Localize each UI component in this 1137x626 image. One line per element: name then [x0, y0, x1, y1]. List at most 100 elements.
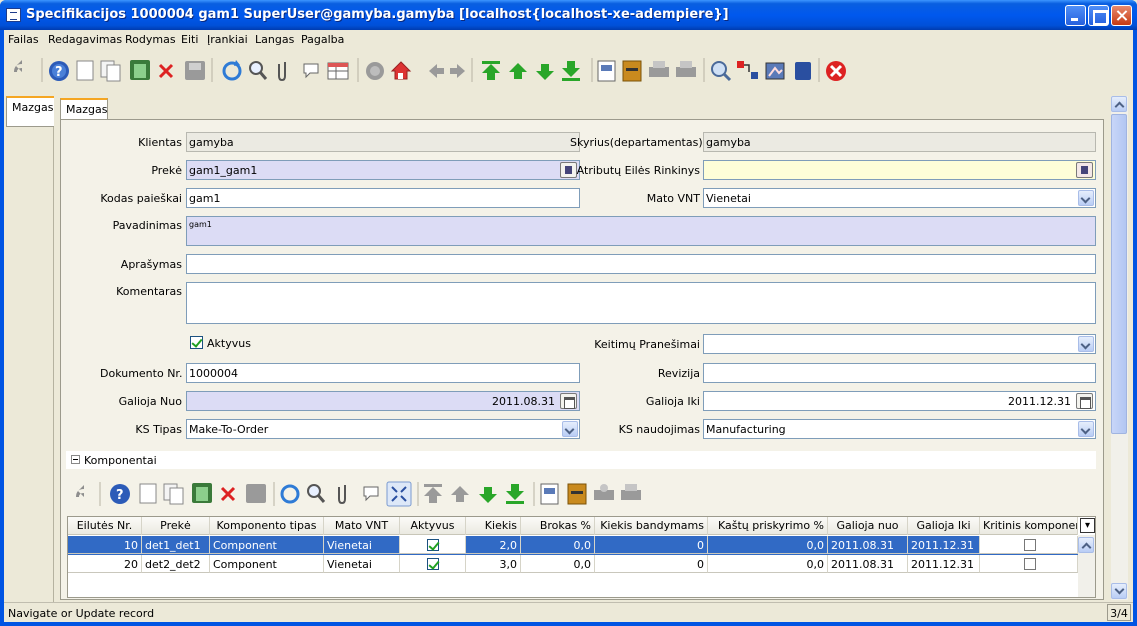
attribute-search-button[interactable]: [1076, 162, 1093, 178]
menu-help[interactable]: Pagalba: [301, 33, 344, 46]
cell-aktyvus[interactable]: [400, 555, 466, 573]
ks-tipas-select[interactable]: Make-To-Order: [186, 419, 580, 439]
keitimu-select[interactable]: [703, 334, 1096, 354]
maximize-button[interactable]: [1088, 5, 1109, 26]
cell-nr[interactable]: 20: [68, 555, 142, 573]
col-kritinis[interactable]: Kritinis komponen: [980, 517, 1078, 535]
copy-record-icon: [163, 483, 184, 505]
close-window-button[interactable]: [1111, 5, 1132, 26]
cell-brokas[interactable]: 0,0: [521, 555, 595, 573]
menu-tools[interactable]: Įrankiai: [207, 33, 248, 46]
last-record-icon: [562, 61, 580, 81]
status-message: Navigate or Update record: [8, 607, 155, 620]
col-galioja-iki[interactable]: Galioja Iki: [908, 517, 980, 535]
calendar-icon[interactable]: [1076, 393, 1093, 409]
chevron-up-icon[interactable]: [1078, 537, 1094, 553]
cell-preke[interactable]: det2_det2: [142, 555, 210, 573]
cell-tipas[interactable]: Component: [210, 555, 324, 573]
table-row[interactable]: 20 det2_det2 Component Vienetai 3,0 0,0 …: [68, 555, 1078, 574]
attachment-icon: [338, 485, 346, 505]
col-preke[interactable]: Prekė: [142, 517, 210, 535]
cell-tipas[interactable]: Component: [210, 536, 324, 554]
menu-edit[interactable]: Redagavimas: [48, 33, 122, 46]
revizija-field[interactable]: [703, 363, 1096, 383]
title-bar[interactable]: Specifikacijos 1000004 gam1 SuperUser@ga…: [0, 0, 1137, 30]
chevron-down-icon[interactable]: [1078, 190, 1094, 206]
komentaras-field[interactable]: [186, 282, 1096, 324]
col-galioja-nuo[interactable]: Galioja nuo: [828, 517, 908, 535]
cell-kritinis[interactable]: [980, 555, 1078, 573]
grid-scrollbar[interactable]: [1078, 535, 1095, 597]
cell-vnt[interactable]: Vienetai: [324, 555, 400, 573]
aktyvus-checkbox[interactable]: [190, 336, 203, 349]
col-kastu-priskyrimo[interactable]: Kaštų priskyrimo %: [708, 517, 828, 535]
cell-kastu[interactable]: 0,0: [708, 555, 828, 573]
menu-file[interactable]: Failas: [8, 33, 39, 46]
cell-nuo[interactable]: 2011.08.31: [828, 536, 908, 554]
menu-view[interactable]: Rodymas: [125, 33, 176, 46]
galioja-iki-value: 2011.12.31: [1008, 395, 1071, 408]
detail-toolbar: ?: [76, 481, 641, 507]
cell-aktyvus[interactable]: [400, 536, 466, 554]
chevron-down-icon[interactable]: [1111, 583, 1127, 599]
galioja-nuo-field[interactable]: 2011.08.31: [186, 391, 580, 411]
collapse-icon[interactable]: [71, 455, 80, 464]
komponentai-section-header[interactable]: Komponentai: [66, 451, 1096, 469]
dokumento-field[interactable]: 1000004: [186, 363, 580, 383]
col-kiekis-bandymams[interactable]: Kiekis bandymams: [595, 517, 708, 535]
col-aktyvus[interactable]: Aktyvus: [400, 517, 466, 535]
cell-kastu[interactable]: 0,0: [708, 536, 828, 554]
table-row[interactable]: 10 det1_det1 Component Vienetai 2,0 0,0 …: [68, 536, 1078, 555]
cell-kiekis[interactable]: 2,0: [466, 536, 521, 554]
tab-mazgas[interactable]: Mazgas: [60, 98, 108, 120]
cell-preke[interactable]: det1_det1: [142, 536, 210, 554]
cell-iki[interactable]: 2011.12.31: [908, 536, 980, 554]
row-aktyvus-checkbox[interactable]: [427, 558, 439, 570]
col-kiekis[interactable]: Kiekis: [466, 517, 521, 535]
cell-bandymams[interactable]: 0: [595, 536, 708, 554]
atributu-field[interactable]: [703, 160, 1096, 180]
chevron-down-icon[interactable]: [1078, 336, 1094, 352]
minimize-button[interactable]: [1065, 5, 1086, 26]
chat-icon: [303, 63, 319, 79]
column-chooser-icon[interactable]: ▾: [1080, 518, 1095, 533]
col-brokas[interactable]: Brokas %: [521, 517, 595, 535]
cell-bandymams[interactable]: 0: [595, 555, 708, 573]
last-record-icon: [506, 484, 524, 504]
tab-label: Mazgas: [12, 101, 54, 114]
col-komponento-tipas[interactable]: Komponento tipas: [210, 517, 324, 535]
window-icon: [6, 8, 21, 22]
preke-field[interactable]: gam1_gam1: [186, 160, 580, 180]
kodas-field[interactable]: gam1: [186, 188, 580, 208]
chevron-up-icon[interactable]: [1111, 96, 1127, 112]
cell-vnt[interactable]: Vienetai: [324, 536, 400, 554]
row-aktyvus-checkbox[interactable]: [427, 539, 439, 551]
cell-kritinis[interactable]: [980, 536, 1078, 554]
grid-toggle-icon: [386, 481, 412, 507]
row-kritinis-checkbox[interactable]: [1024, 558, 1036, 570]
cell-iki[interactable]: 2011.12.31: [908, 555, 980, 573]
scrollbar-thumb[interactable]: [1111, 114, 1127, 434]
row-kritinis-checkbox[interactable]: [1024, 539, 1036, 551]
cell-nuo[interactable]: 2011.08.31: [828, 555, 908, 573]
components-grid: Eilutės Nr. Prekė Komponento tipas Mato …: [67, 516, 1096, 598]
menu-window[interactable]: Langas: [255, 33, 294, 46]
galioja-iki-field[interactable]: 2011.12.31: [703, 391, 1096, 411]
komentaras-label: Komentaras: [116, 285, 182, 298]
main-toolbar-icons: ?: [14, 58, 846, 82]
cell-nr[interactable]: 10: [68, 536, 142, 554]
mato-vnt-select[interactable]: Vienetai: [703, 188, 1096, 208]
tab-mazgas-left[interactable]: Mazgas: [6, 96, 54, 127]
col-mato-vnt[interactable]: Mato VNT: [324, 517, 400, 535]
pavadinimas-field[interactable]: gam1: [186, 216, 1096, 246]
new-record-icon: [139, 483, 157, 504]
col-eilutes-nr[interactable]: Eilutės Nr.: [68, 517, 142, 535]
menu-go[interactable]: Eiti: [181, 33, 198, 46]
cell-kiekis[interactable]: 3,0: [466, 555, 521, 573]
zoom-across-icon: [711, 61, 732, 82]
cell-brokas[interactable]: 0,0: [521, 536, 595, 554]
ks-naudojimas-select[interactable]: Manufacturing: [703, 419, 1096, 439]
chevron-down-icon[interactable]: [1078, 421, 1094, 437]
main-scrollbar[interactable]: [1111, 96, 1128, 600]
aprasymas-field[interactable]: [186, 254, 1096, 274]
